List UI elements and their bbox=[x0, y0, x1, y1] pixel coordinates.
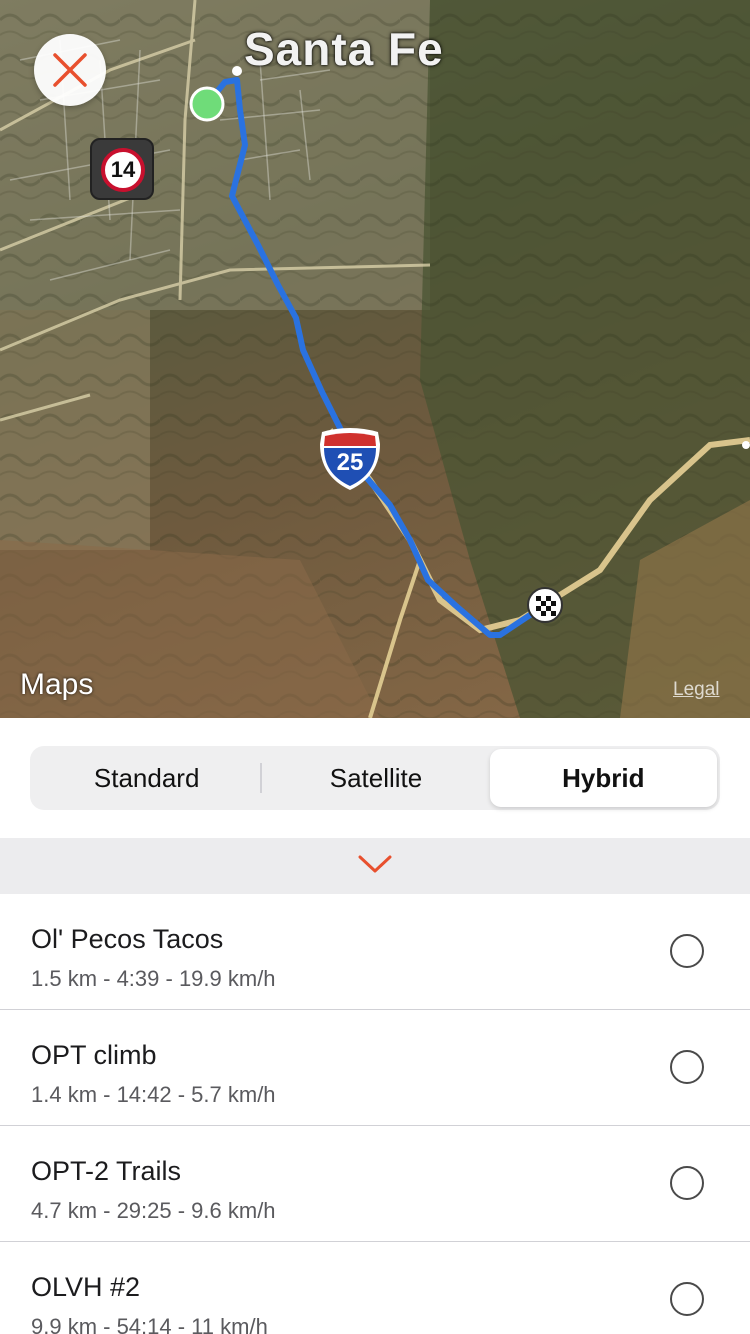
list-item[interactable]: OLVH #2 9.9 km - 54:14 - 11 km/h bbox=[0, 1242, 750, 1334]
list-item[interactable]: OPT climb 1.4 km - 14:42 - 5.7 km/h bbox=[0, 1010, 750, 1126]
segment-standard[interactable]: Standard bbox=[33, 749, 260, 807]
route-list: Ol' Pecos Tacos 1.5 km - 4:39 - 19.9 km/… bbox=[0, 894, 750, 1334]
interstate-number: 25 bbox=[337, 449, 364, 476]
maps-attribution: Maps bbox=[20, 668, 93, 702]
segment-hybrid[interactable]: Hybrid bbox=[489, 749, 717, 807]
route-name: OPT climb bbox=[31, 1040, 157, 1070]
maps-attribution-label: Maps bbox=[20, 668, 94, 701]
legal-link[interactable]: Legal bbox=[673, 679, 720, 701]
map-view[interactable]: 25 Santa Fe 14 Maps Legal bbox=[0, 0, 750, 718]
route-name: OPT-2 Trails bbox=[31, 1156, 182, 1186]
route-name: OLVH #2 bbox=[31, 1272, 141, 1302]
route-number: 14 bbox=[110, 157, 136, 182]
route-marker-icon: 14 bbox=[90, 138, 154, 200]
route-stats: 9.9 km - 54:14 - 11 km/h bbox=[31, 1314, 268, 1334]
route-radio-button[interactable] bbox=[670, 1166, 704, 1200]
close-button[interactable] bbox=[34, 34, 106, 106]
close-icon bbox=[53, 53, 87, 87]
route-stats: 1.4 km - 14:42 - 5.7 km/h bbox=[31, 1082, 276, 1107]
route-stats: 4.7 km - 29:25 - 9.6 km/h bbox=[31, 1198, 276, 1223]
route-stats: 1.5 km - 4:39 - 19.9 km/h bbox=[31, 966, 276, 991]
route-name: Ol' Pecos Tacos bbox=[31, 924, 224, 954]
segment-satellite[interactable]: Satellite bbox=[262, 749, 489, 807]
city-label: Santa Fe bbox=[244, 23, 444, 75]
list-item[interactable]: Ol' Pecos Tacos 1.5 km - 4:39 - 19.9 km/… bbox=[0, 894, 750, 1010]
user-location-dot bbox=[232, 66, 242, 76]
satellite-terrain: 25 bbox=[0, 0, 750, 718]
list-item[interactable]: OPT-2 Trails 4.7 km - 29:25 - 9.6 km/h bbox=[0, 1126, 750, 1242]
chevron-down-icon bbox=[358, 855, 392, 873]
start-marker[interactable] bbox=[189, 86, 225, 122]
route-radio-button[interactable] bbox=[670, 1282, 704, 1316]
finish-flag-icon[interactable] bbox=[527, 587, 563, 623]
route-radio-button[interactable] bbox=[670, 1050, 704, 1084]
collapse-drawer-button[interactable] bbox=[0, 838, 750, 894]
map-type-segmented-control: Standard Satellite Hybrid bbox=[30, 746, 720, 810]
route-radio-button[interactable] bbox=[670, 934, 704, 968]
